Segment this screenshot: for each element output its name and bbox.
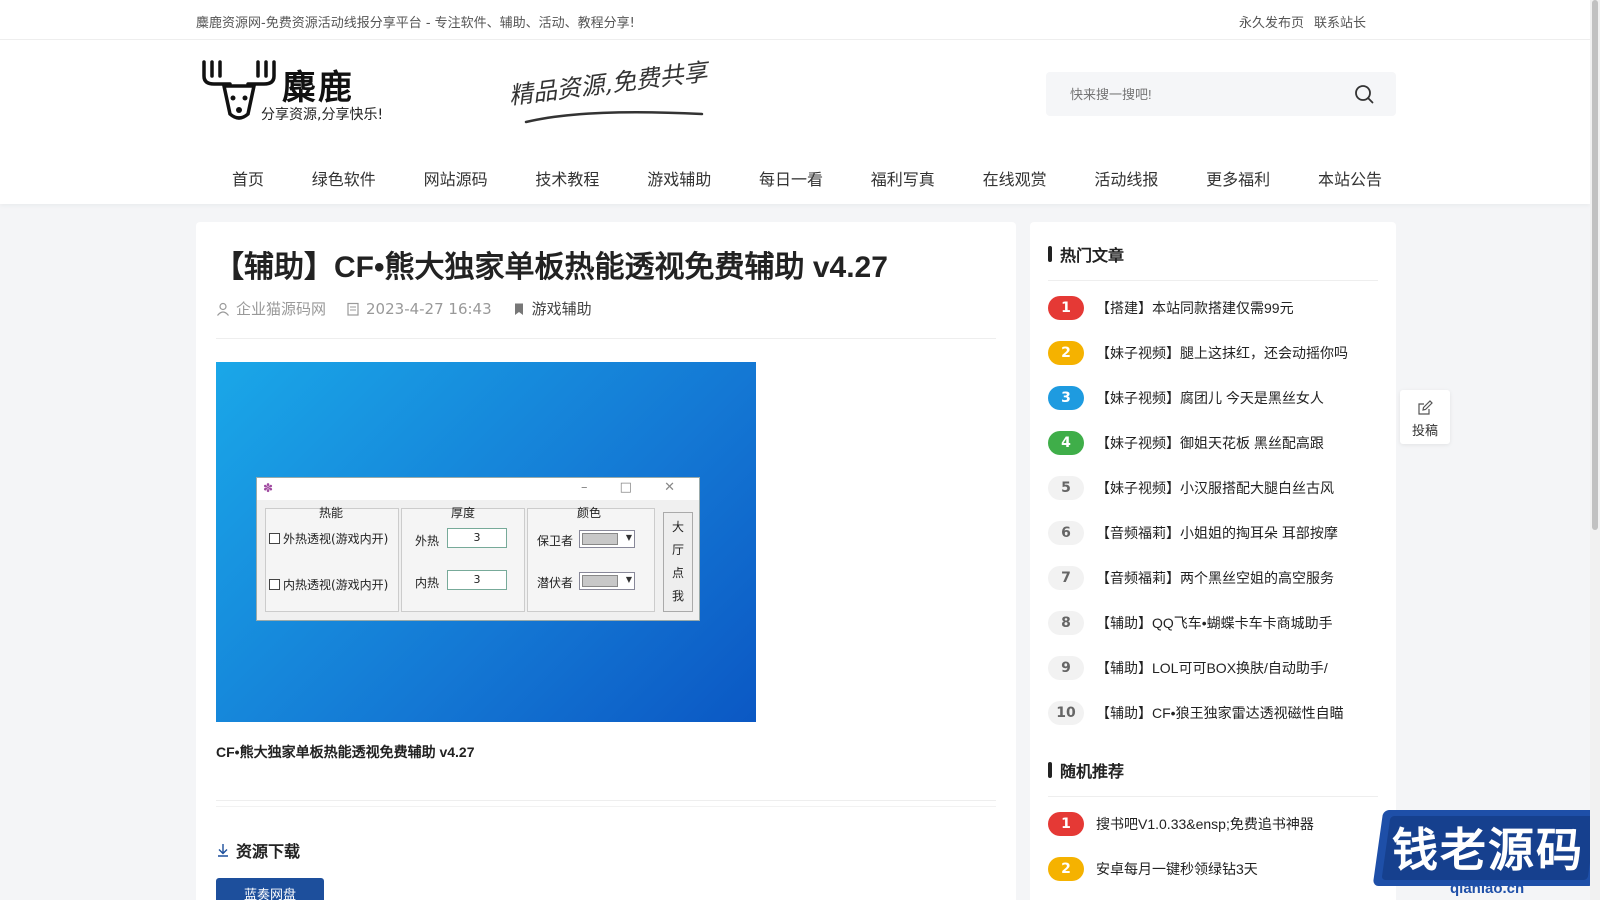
search-icon[interactable] [1354,84,1374,104]
random-recommend-list: 1 搜书吧V1.0.33&ensp;免费追书神器 2 安卓每月一键秒领绿钻3天 [1048,801,1388,891]
window-titlebar: ✽ – □ ✕ [257,478,699,500]
nav-item-home[interactable]: 首页 [218,158,278,202]
site-slogan: 麋鹿资源网-免费资源活动线报分享平台 - 专注软件、辅助、活动、教程分享! [196,16,635,31]
nav-item-site-source[interactable]: 网站源码 [410,158,502,202]
nav-item-announcements[interactable]: 本站公告 [1304,158,1396,202]
site-logo[interactable]: 麋鹿 分享资源,分享快乐! [200,58,390,128]
nav-item-photos[interactable]: 福利写真 [857,158,949,202]
app-icon: ✽ [263,481,274,495]
brush-stroke-icon [524,110,704,124]
article-card: 【辅助】CF•熊大独家单板热能透视免费辅助 v4.27 企业猫源码网 2023-… [196,222,1016,900]
edit-icon [1418,400,1433,415]
permanent-page-link[interactable]: 永久发布页 [1239,12,1304,31]
article-title: 【辅助】CF•熊大独家单板热能透视免费辅助 v4.27 [214,251,888,284]
scrollbar-thumb[interactable] [1592,0,1598,530]
lurker-color-select: ▼ [579,572,635,590]
top-bar: 麋鹿资源网-免费资源活动线报分享平台 - 专注软件、辅助、活动、教程分享! 永久… [0,0,1590,40]
random-article-item[interactable]: 2 安卓每月一键秒领绿钻3天 [1048,846,1388,891]
thermal-header: 热能 [319,506,344,520]
category-meta: 游戏辅助 [512,298,592,319]
nav-item-activities[interactable]: 活动线报 [1080,158,1172,202]
nav-item-game-assist[interactable]: 游戏辅助 [633,158,725,202]
publish-date: 2023-4-27 16:43 [366,299,492,318]
author-meta: 企业猫源码网 [216,298,326,319]
download-section-title: 资源下载 [216,838,300,862]
nav-item-more-benefits[interactable]: 更多福利 [1192,158,1284,202]
nav-item-online-watch[interactable]: 在线观赏 [969,158,1061,202]
divider [216,800,996,801]
calligraphy-slogan: 精品资源,免费共享 [504,58,714,130]
hot-article-item[interactable]: 4 【妹子视频】御姐天花板 黑丝配高跟 [1048,420,1388,465]
outer-value: 3 [447,528,507,548]
hot-article-item[interactable]: 6 【音频福莉】小姐姐的掏耳朵 耳部按摩 [1048,510,1388,555]
brand-name: 麋鹿 [282,68,354,108]
divider [1048,280,1378,281]
lanzou-download-button[interactable]: 蓝奏网盘 [216,878,324,900]
hot-article-item[interactable]: 7 【音频福莉】两个黑丝空姐的高空服务 [1048,555,1388,600]
watermark-domain: qianlao.cn [1450,880,1525,897]
submit-post-button[interactable]: 投稿 [1400,390,1450,444]
divider [216,806,996,807]
article-meta: 企业猫源码网 2023-4-27 16:43 游戏辅助 [216,298,592,319]
cheat-window: ✽ – □ ✕ 热能 厚度 颜色 外热透视(游戏内开) 内热透视(游戏内开) 外… [256,477,700,621]
random-article-item[interactable]: 1 搜书吧V1.0.33&ensp;免费追书神器 [1048,801,1388,846]
outer-label: 外热 [415,534,440,548]
watermark-logo: 钱老源码 qianlao.cn [1372,794,1600,900]
download-icon [218,844,228,857]
search-box [1046,72,1396,116]
article-screenshot: ✽ – □ ✕ 热能 厚度 颜色 外热透视(游戏内开) 内热透视(游戏内开) 外… [216,362,756,722]
hot-article-item[interactable]: 3 【妹子视频】腐团儿 今天是黑丝女人 [1048,375,1388,420]
thickness-panel [401,508,525,612]
sidebar: 热门文章 1 【搭建】本站同款搭建仅需99元 2 【妹子视频】腿上这抹红，还会动摇你… [1030,222,1396,900]
top-links: 永久发布页 联系站长 [1239,12,1366,31]
page-scrollbar[interactable] [1590,0,1600,900]
image-caption: CF•熊大独家单板热能透视免费辅助 v4.27 [216,744,475,760]
color-panel [527,508,655,612]
hot-article-item[interactable]: 5 【妹子视频】小汉服搭配大腿白丝古风 [1048,465,1388,510]
lurker-label: 潜伏者 [537,576,574,590]
submit-post-label: 投稿 [1411,424,1438,439]
color-header: 颜色 [577,506,602,520]
calendar-icon [347,302,359,316]
hot-article-item[interactable]: 10 【辅助】CF•狼王独家雷达透视磁性自瞄 [1048,690,1388,735]
inner-label: 内热 [415,576,440,590]
brand-tagline: 分享资源,分享快乐! [261,107,384,123]
hot-articles-list: 1 【搭建】本站同款搭建仅需99元 2 【妹子视频】腿上这抹红，还会动摇你吗 3 【妹… [1048,285,1388,735]
search-input[interactable] [1046,72,1336,116]
defender-color-select: ▼ [579,530,635,548]
author-name[interactable]: 企业猫源码网 [236,298,326,319]
hot-article-item[interactable]: 2 【妹子视频】腿上这抹红，还会动摇你吗 [1048,330,1388,375]
contact-admin-link[interactable]: 联系站长 [1314,12,1366,31]
hot-article-item[interactable]: 9 【辅助】LOL可可BOX换肤/自动助手/ [1048,645,1388,690]
nav-item-daily[interactable]: 每日一看 [745,158,837,202]
hot-articles-title: 热门文章 [1048,242,1124,266]
hot-article-item[interactable]: 8 【辅助】QQ飞车•蝴蝶卡车卡商城助手 [1048,600,1388,645]
outer-thermal-checkbox: 外热透视(游戏内开) [269,530,388,547]
defender-label: 保卫者 [537,534,574,548]
user-icon [217,302,229,316]
nav-item-tutorials[interactable]: 技术教程 [521,158,613,202]
lobby-side-button: 大 厅 点 我 [663,512,693,612]
bookmark-icon [514,303,523,315]
category-link[interactable]: 游戏辅助 [532,298,592,319]
inner-thermal-checkbox: 内热透视(游戏内开) [269,576,388,593]
watermark-text: 钱老源码 [1392,823,1584,877]
site-header: 麋鹿 分享资源,分享快乐! 精品资源,免费共享 首页 绿色软件 网站源码 技术教… [0,40,1590,204]
random-recommend-title: 随机推荐 [1048,758,1124,782]
divider [216,338,996,339]
calligraphy-text: 精品资源,免费共享 [507,57,709,111]
divider [1048,796,1378,797]
thickness-header: 厚度 [451,506,476,520]
window-controls-icon: – □ ✕ [581,480,689,495]
hot-article-item[interactable]: 1 【搭建】本站同款搭建仅需99元 [1048,285,1388,330]
main-nav: 首页 绿色软件 网站源码 技术教程 游戏辅助 每日一看 福利写真 在线观赏 活动… [200,158,1396,202]
date-meta: 2023-4-27 16:43 [346,300,492,318]
nav-item-green-software[interactable]: 绿色软件 [298,158,390,202]
inner-value: 3 [447,570,507,590]
thermal-panel [265,508,399,612]
